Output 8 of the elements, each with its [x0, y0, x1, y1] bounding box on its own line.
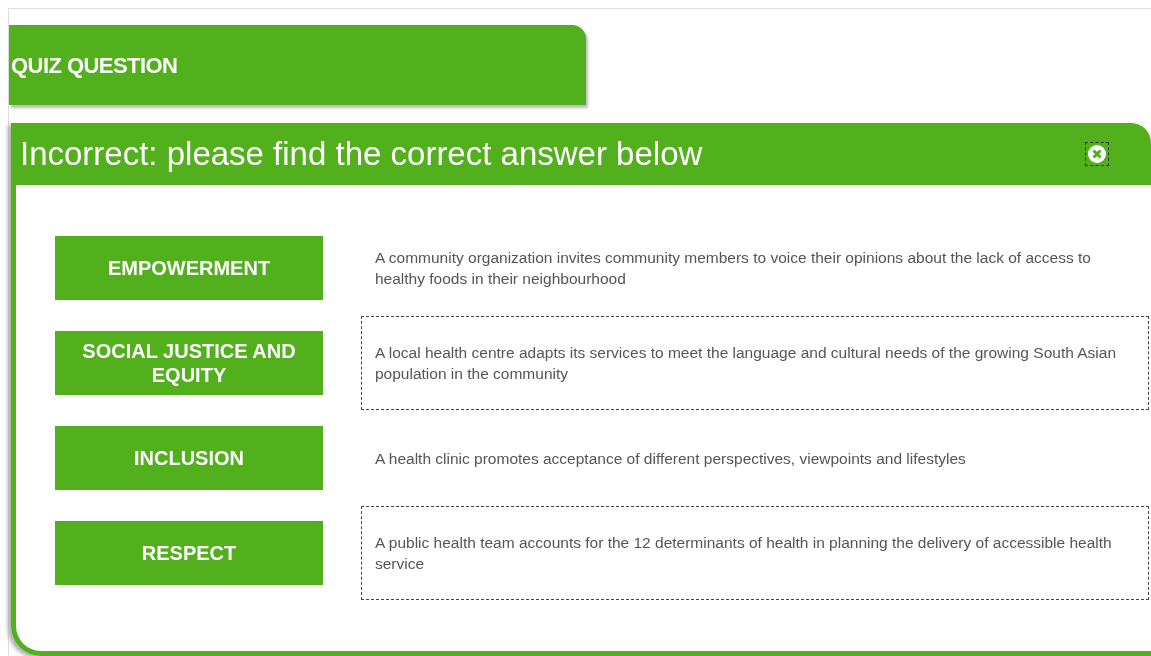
quiz-header-title: QUIZ QUESTION: [11, 51, 178, 80]
description-card[interactable]: A public health team accounts for the 12 determinants of health in planning the delivery of accessible health service: [361, 506, 1149, 600]
close-icon: [1087, 144, 1107, 164]
description-card[interactable]: A health clinic promotes acceptance of different perspectives, viewpoints and lifestyles: [361, 411, 1149, 505]
close-button[interactable]: [1085, 142, 1109, 166]
description-card[interactable]: A local health centre adapts its services to meet the language and cultural needs of the growing South Asian population in the community: [361, 316, 1149, 410]
description-card[interactable]: A community organization invites community members to voice their opinions about the lack of access to healthy foods in their neighbourhood: [361, 221, 1149, 315]
feedback-title: Incorrect: please find the correct answer below: [20, 134, 703, 175]
